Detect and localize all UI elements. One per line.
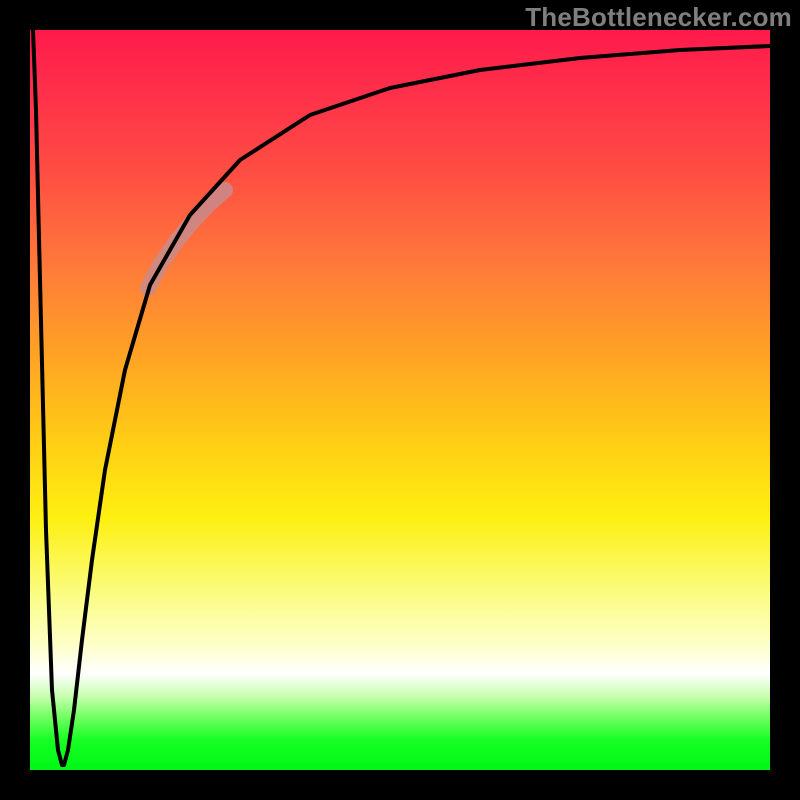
chart-stage: TheBottlenecker.com [0, 0, 800, 800]
curve-svg [30, 30, 770, 770]
plot-area [30, 30, 770, 770]
watermark-text: TheBottlenecker.com [525, 2, 792, 33]
curve-main-path [33, 30, 770, 765]
curve-highlight-path [148, 190, 225, 288]
